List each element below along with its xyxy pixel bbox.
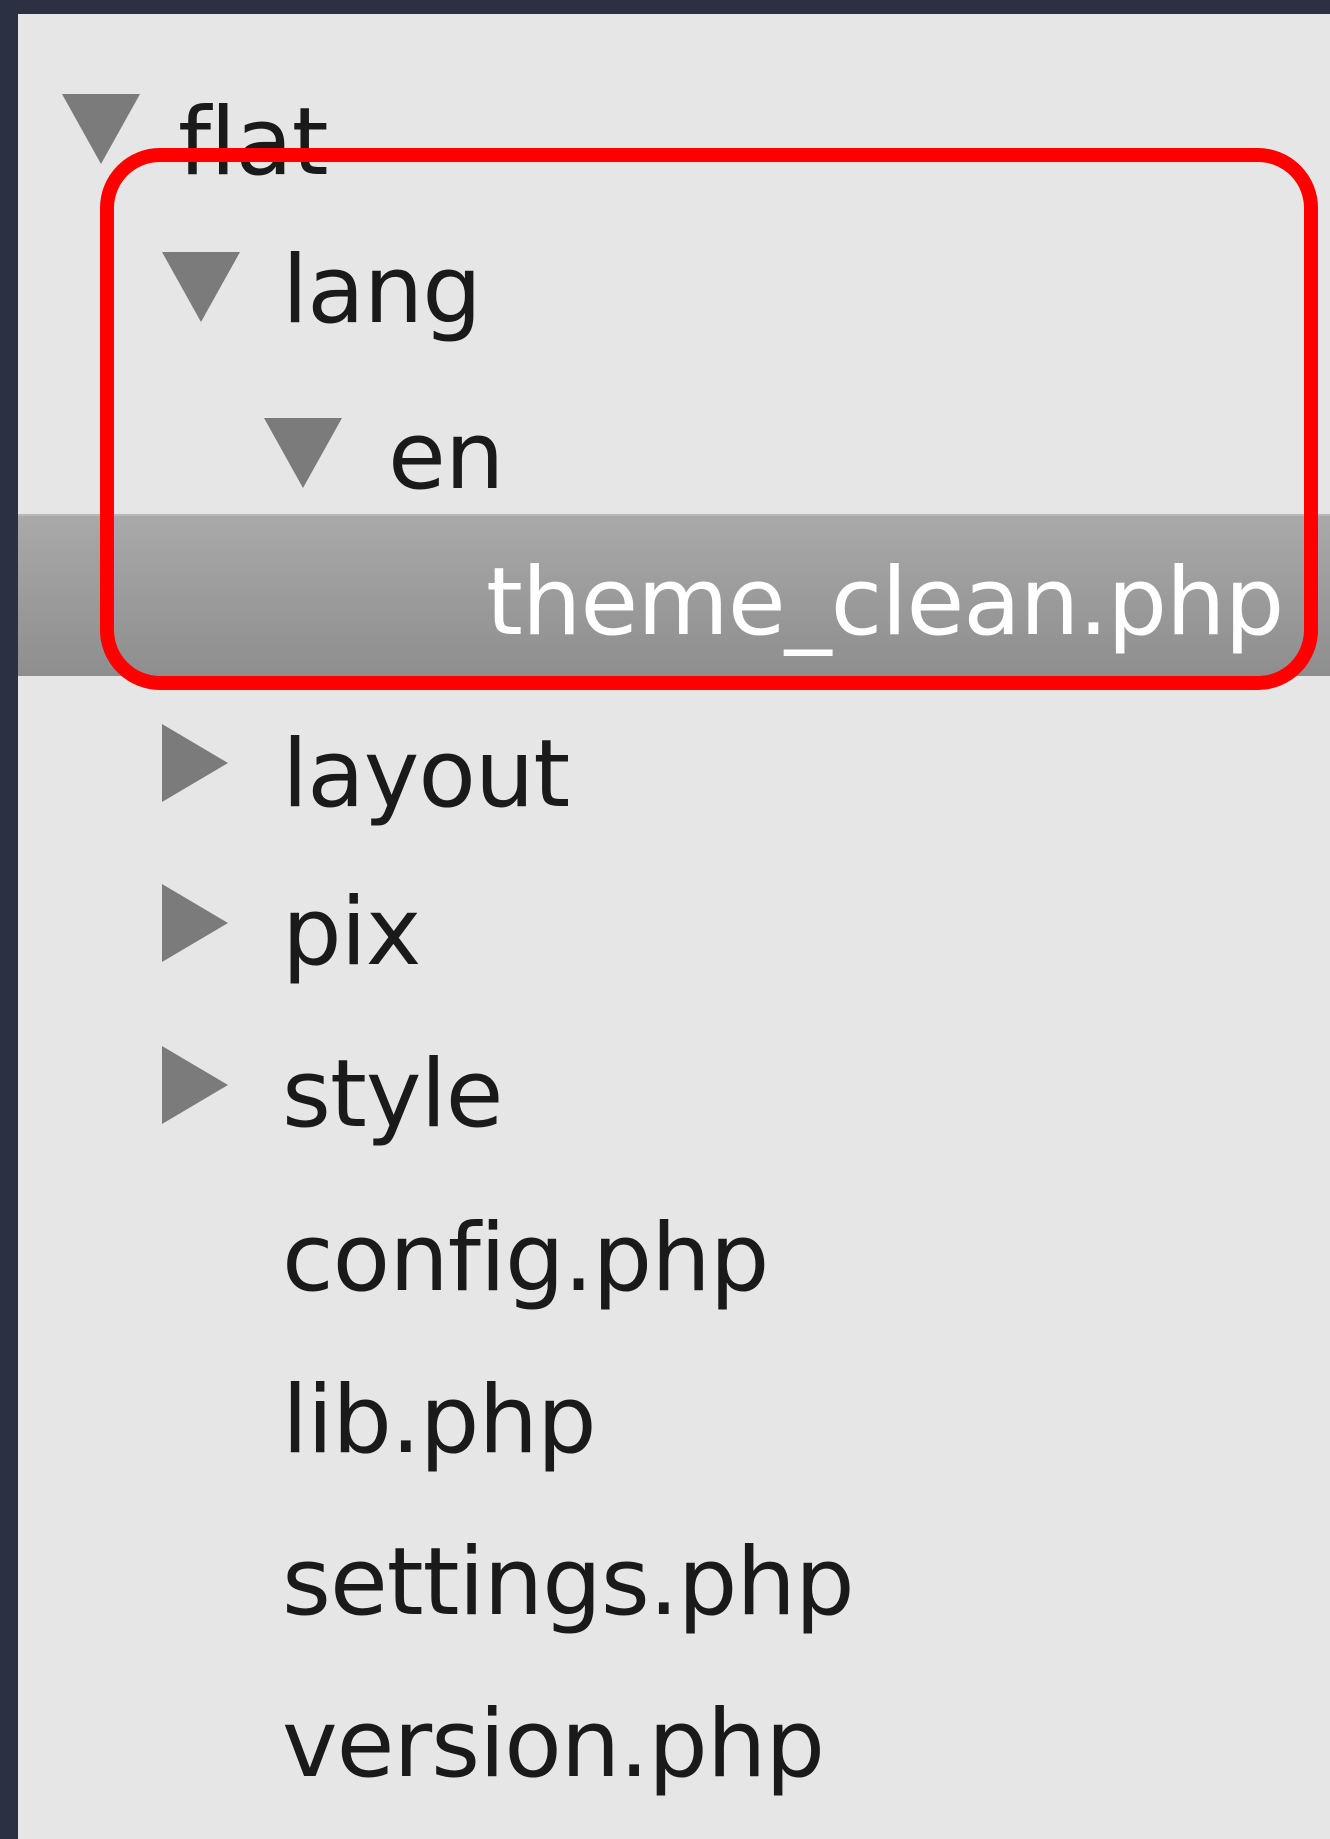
tree-item-label: style xyxy=(282,1040,503,1149)
tree-item-lang[interactable]: lang xyxy=(18,204,1330,366)
tree-item-style[interactable]: style xyxy=(18,1008,1330,1170)
tree-item-version-php[interactable]: version.php xyxy=(18,1656,1330,1818)
tree-item-label: lang xyxy=(282,236,482,345)
tree-item-label: lib.php xyxy=(282,1366,597,1475)
tree-item-settings-php[interactable]: settings.php xyxy=(18,1494,1330,1656)
expanded-triangle-icon[interactable] xyxy=(162,252,240,322)
tree-item-label: version.php xyxy=(282,1690,825,1799)
tree-item-theme-clean-php[interactable]: theme_clean.php xyxy=(18,514,1330,676)
tree-item-label: flat xyxy=(178,88,329,197)
collapsed-triangle-icon[interactable] xyxy=(162,724,228,802)
tree-item-label: theme_clean.php xyxy=(486,548,1284,657)
collapsed-triangle-icon[interactable] xyxy=(162,884,228,962)
expanded-triangle-icon[interactable] xyxy=(264,418,342,488)
collapsed-triangle-icon[interactable] xyxy=(162,1046,228,1124)
expanded-triangle-icon[interactable] xyxy=(62,94,140,164)
tree-item-label: en xyxy=(388,402,504,511)
tree-item-label: config.php xyxy=(282,1204,769,1313)
tree-item-layout[interactable]: layout xyxy=(18,684,1330,846)
tree-item-en[interactable]: en xyxy=(18,364,1330,526)
tree-item-config-php[interactable]: config.php xyxy=(18,1170,1330,1332)
tree-item-label: layout xyxy=(282,720,570,829)
tree-item-label: settings.php xyxy=(282,1528,855,1637)
tree-item-lib-php[interactable]: lib.php xyxy=(18,1332,1330,1494)
tree-item-flat[interactable]: flat xyxy=(18,42,1330,204)
tree-item-label: pix xyxy=(282,878,421,987)
file-tree-panel: flat lang en theme_clean.php layout pix … xyxy=(18,14,1330,1839)
tree-item-pix[interactable]: pix xyxy=(18,846,1330,1008)
